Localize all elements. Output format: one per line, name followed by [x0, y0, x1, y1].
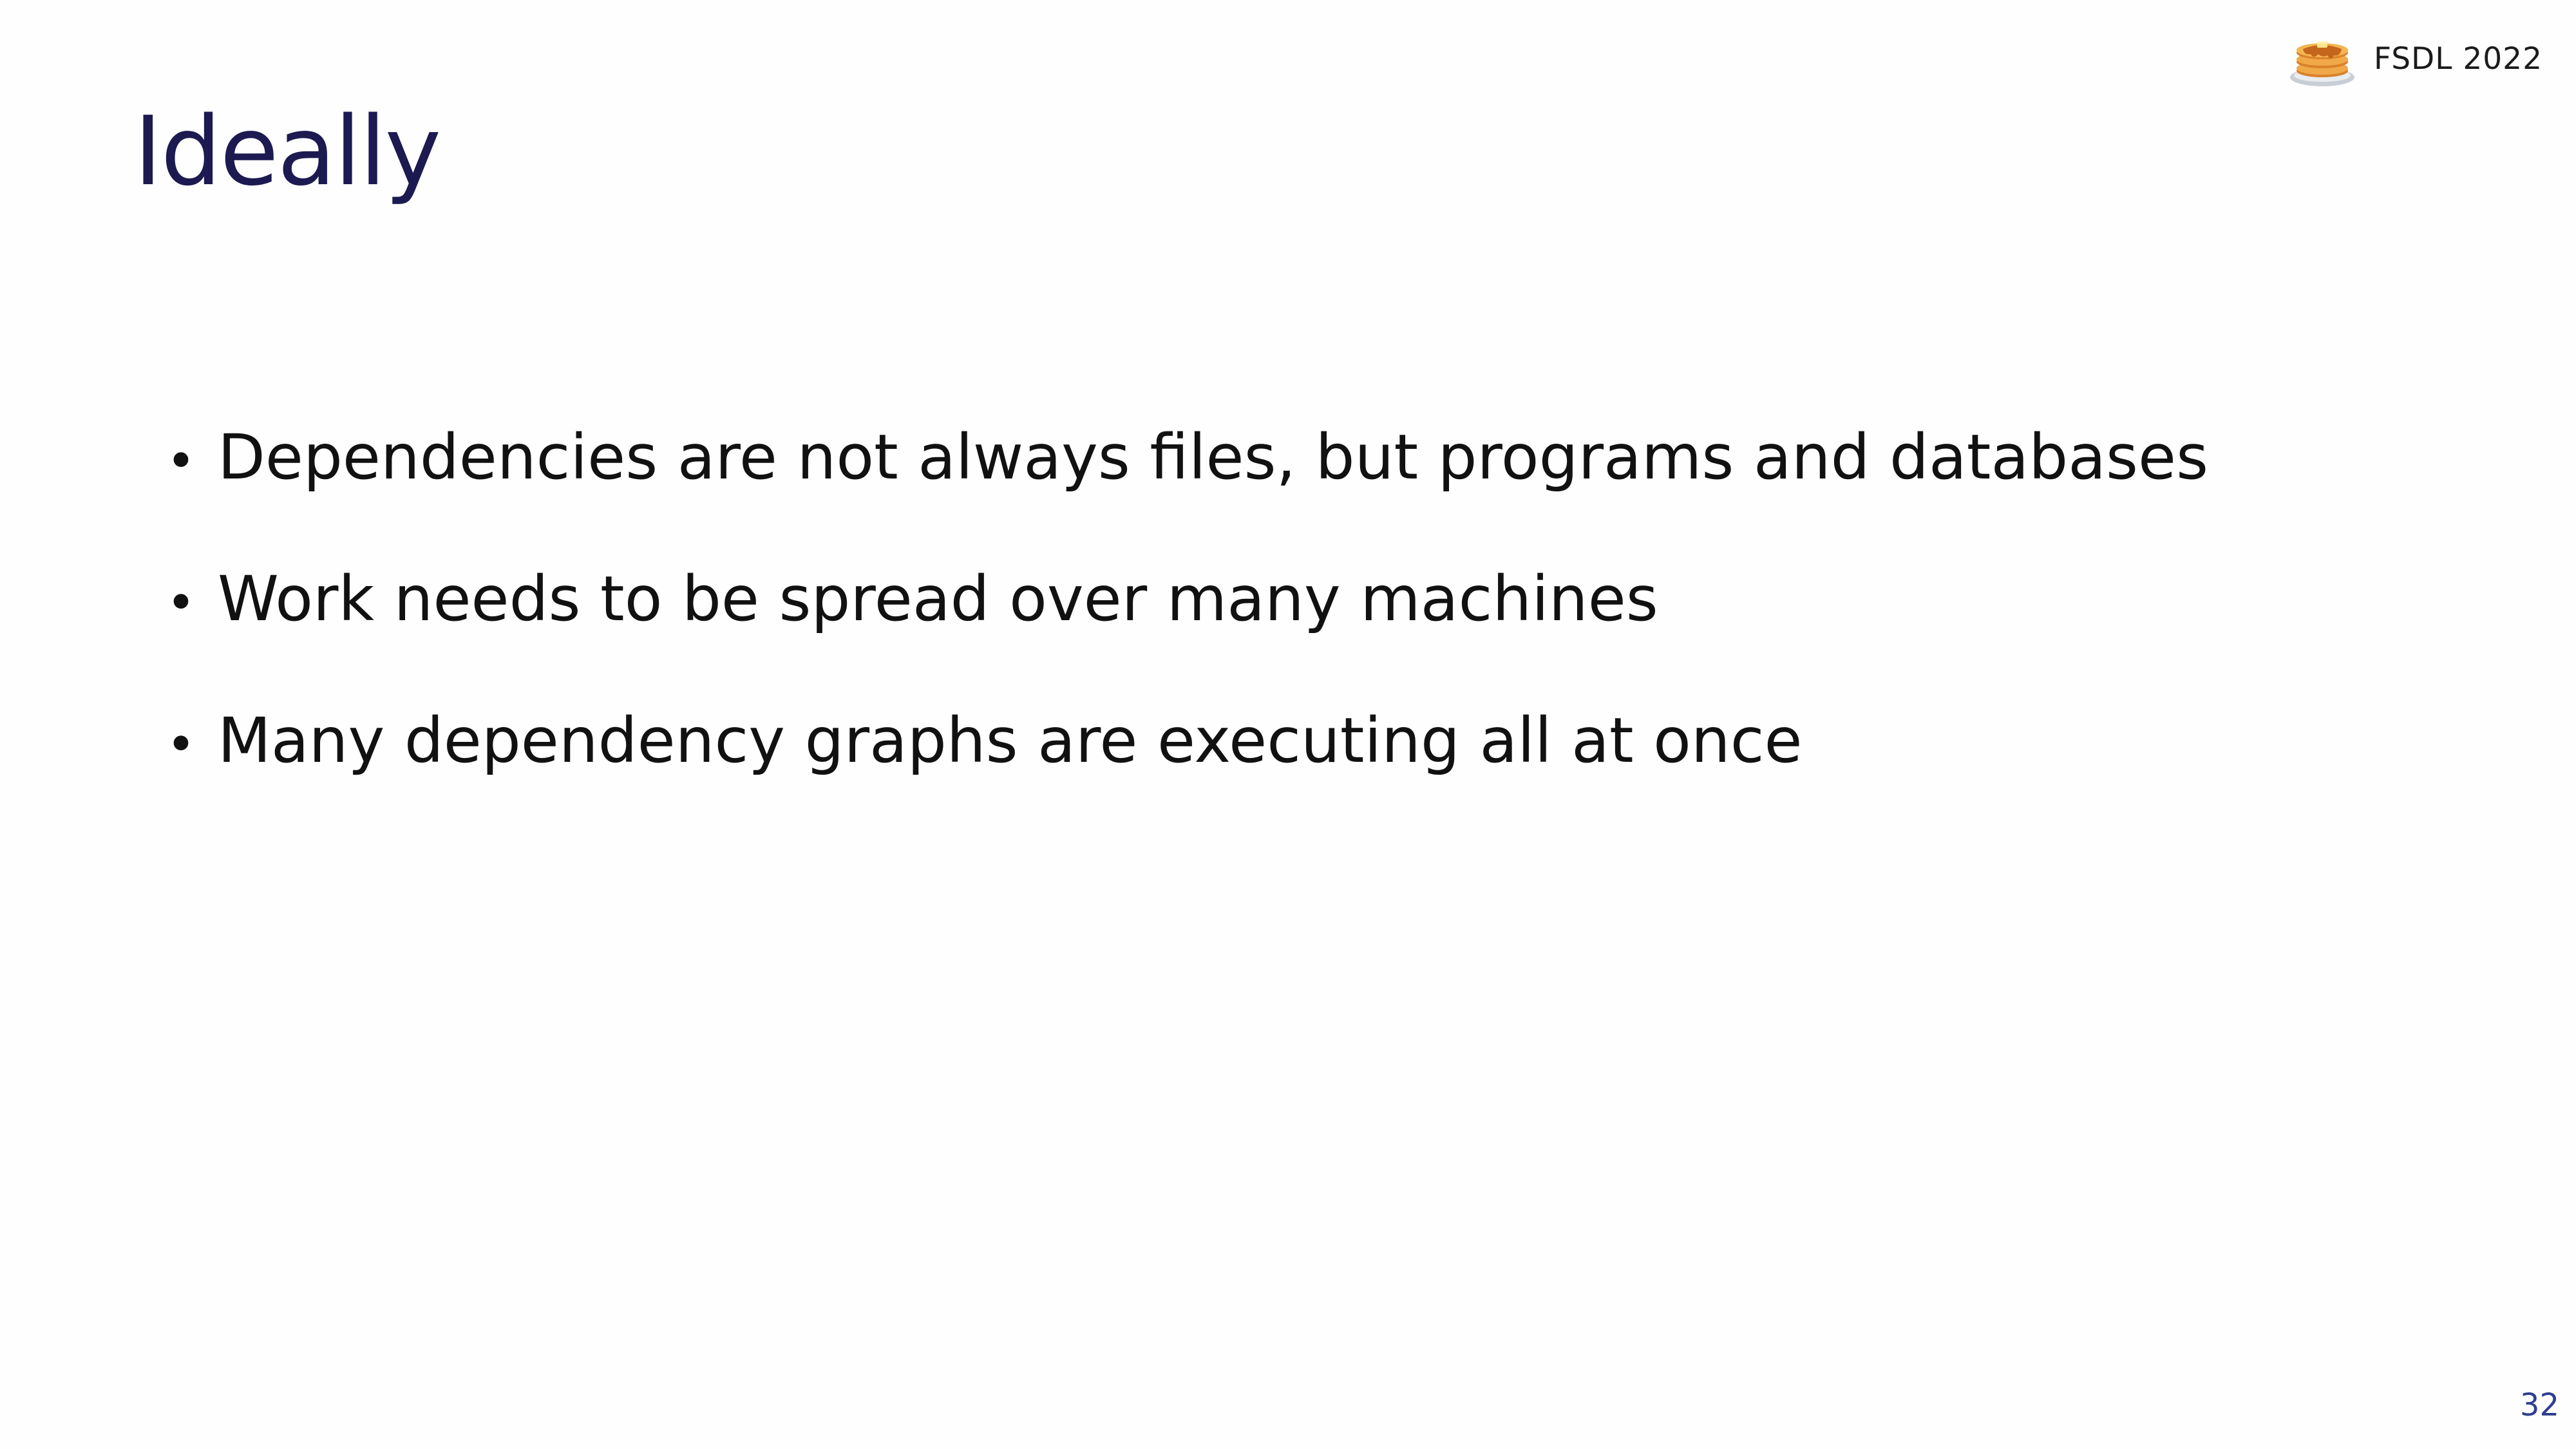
- slide: FSDL 2022 Ideally • Dependencies are not…: [0, 0, 2576, 1449]
- pancake-stack-icon: [2290, 41, 2355, 86]
- bullet-list: • Dependencies are not always files, but…: [166, 426, 2208, 851]
- bullet-item: • Work needs to be spread over many mach…: [166, 568, 2208, 710]
- page-number: 32: [2519, 1387, 2559, 1423]
- bullet-dot: •: [166, 716, 196, 774]
- brand-header: FSDL 2022: [2289, 30, 2543, 88]
- bullet-text: Dependencies are not always files, but p…: [218, 421, 2209, 493]
- bullet-dot: •: [166, 433, 196, 491]
- bullet-item: • Many dependency graphs are executing a…: [166, 710, 2208, 851]
- bullet-dot: •: [166, 574, 196, 632]
- bullet-text: Work needs to be spread over many machin…: [218, 563, 1658, 635]
- slide-title: Ideally: [134, 96, 441, 207]
- bullet-text: Many dependency graphs are executing all…: [218, 705, 1803, 777]
- bullet-item: • Dependencies are not always files, but…: [166, 426, 2208, 568]
- brand-label: FSDL 2022: [2374, 41, 2543, 77]
